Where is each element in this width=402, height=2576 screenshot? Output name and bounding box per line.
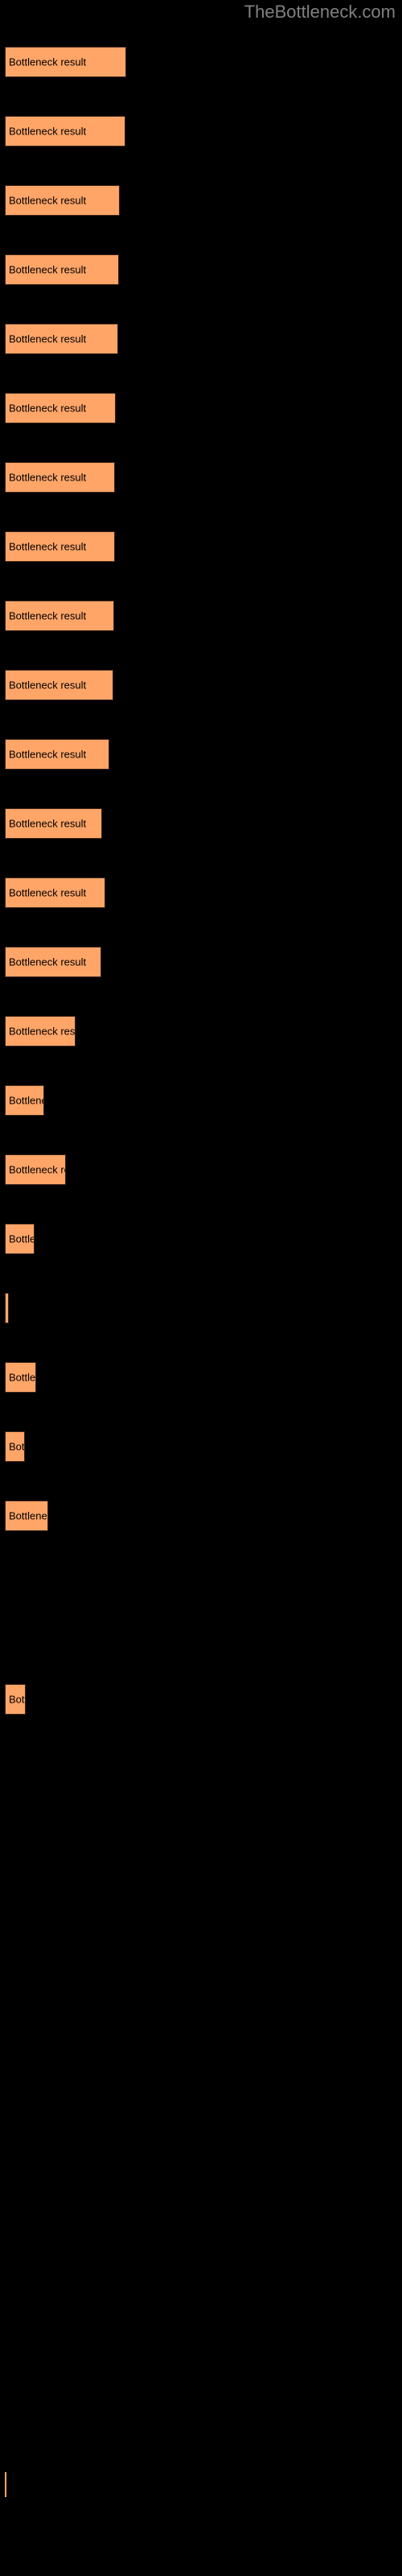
bar-label: Bottleneck result [9,332,87,345]
bar[interactable]: Bottleneck result [5,462,115,493]
bar[interactable]: Bottleneck result [5,1362,36,1393]
bar[interactable]: Bottleneck result [5,1085,44,1116]
bar-label: Bottleneck result [9,402,87,415]
bar-label: Bottleneck result [9,817,87,830]
bar[interactable]: Bottleneck result [5,739,109,770]
bar-label: Bottleneck result [9,609,87,622]
bar-label: Bottleneck result [9,471,87,484]
bar[interactable]: Bottleneck result [5,808,102,839]
bar-label: Bottleneck result [9,748,87,761]
bar-label: Bottleneck result [9,1025,76,1038]
bar[interactable]: Bottleneck result [5,1154,66,1185]
bar-label: Bottleneck result [9,886,87,899]
bar-label: Bottleneck result [9,194,87,207]
bar[interactable]: Bottleneck result [5,601,114,631]
bar-label: Bottleneck result [9,1232,34,1245]
bar-label: Bottleneck result [9,956,87,968]
bar[interactable]: Bottleneck result [5,947,101,977]
bar[interactable]: Bottleneck result [5,1016,76,1046]
bar[interactable]: Bottleneck result [5,324,118,354]
bar[interactable]: Bottleneck result [5,1684,26,1715]
bar-chart-plot-area: Bottleneck result Bottleneck result Bottle… [0,0,402,2576]
bar[interactable]: Bottleneck result [5,254,119,285]
bar[interactable]: Bottleneck result [5,670,113,700]
bottom-axis-tick [5,2472,6,2497]
bar[interactable]: Bottleneck result [5,47,126,77]
bar[interactable]: Bottleneck result [5,1224,35,1254]
bar[interactable]: Bottleneck result [5,1501,48,1531]
bar-label: Bottleneck result [9,1440,25,1453]
bar-label: Bottleneck result [9,679,87,691]
bar-label: Bottleneck result [9,125,87,138]
bar-label: Bottleneck result [9,1509,47,1522]
bar[interactable]: Bottleneck result [5,1431,25,1462]
bar-label: Bottleneck result [9,1693,25,1706]
bar[interactable]: Bottleneck result [5,877,105,908]
bar[interactable]: Bottleneck result [5,185,120,216]
bar-label: Bottleneck result [9,1094,43,1107]
bar[interactable]: Bottleneck result [5,1293,9,1323]
bar[interactable]: Bottleneck result [5,531,115,562]
bar-label: Bottleneck result [9,263,87,276]
bar-label: Bottleneck result [9,1163,65,1176]
bar-label: Bottleneck result [9,540,87,553]
bar-label: Bottleneck result [9,56,87,68]
bar-label: Bottleneck result [9,1371,36,1384]
page-root: TheBottleneck.com Bottleneck result Bottl… [0,0,402,2576]
bar[interactable]: Bottleneck result [5,116,125,147]
bar[interactable]: Bottleneck result [5,393,116,423]
